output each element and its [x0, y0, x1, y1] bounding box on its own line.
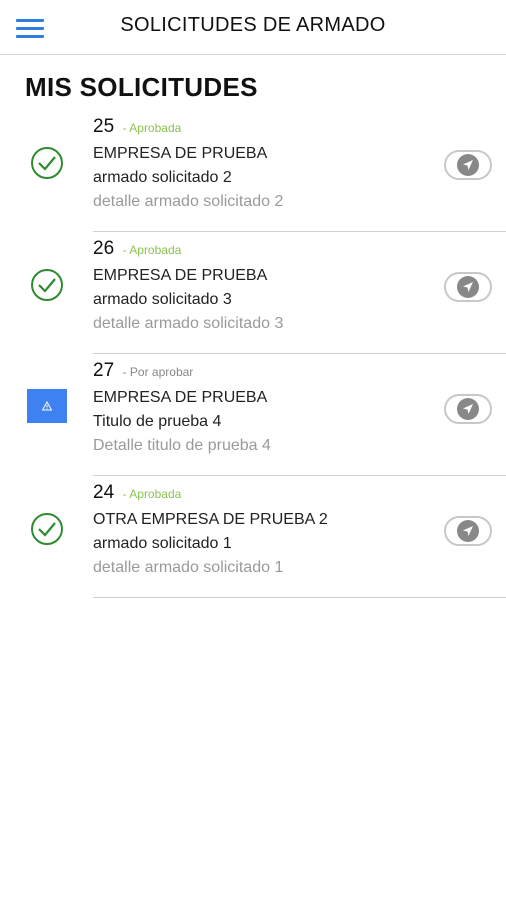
navigation-arrow-icon — [457, 276, 479, 298]
app-header: SOLICITUDES DE ARMADO — [0, 0, 506, 55]
request-detail: detalle armado solicitado 3 — [93, 315, 284, 332]
row-divider — [93, 597, 506, 598]
warning-icon — [27, 389, 67, 423]
check-circle-icon — [27, 509, 67, 549]
navigation-arrow-icon — [457, 154, 479, 176]
status-badge: - Aprobada — [122, 487, 182, 501]
list-item[interactable]: 24 - Aprobada OTRA EMPRESA DE PRUEBA 2 a… — [0, 476, 506, 598]
navigate-button[interactable] — [444, 150, 492, 180]
navigation-arrow-icon — [457, 520, 479, 542]
status-badge: - Aprobada — [122, 243, 182, 257]
request-title: armado solicitado 3 — [93, 291, 232, 308]
request-title: Titulo de prueba 4 — [93, 413, 222, 430]
list-item[interactable]: 25 - Aprobada EMPRESA DE PRUEBA armado s… — [0, 110, 506, 232]
request-content: 27 - Por aprobar EMPRESA DE PRUEBA Titul… — [93, 360, 436, 458]
list-item[interactable]: 26 - Aprobada EMPRESA DE PRUEBA armado s… — [0, 232, 506, 354]
check-circle-icon — [27, 265, 67, 305]
request-company: OTRA EMPRESA DE PRUEBA 2 — [93, 511, 328, 528]
list-item[interactable]: 27 - Por aprobar EMPRESA DE PRUEBA Titul… — [0, 354, 506, 476]
request-company: EMPRESA DE PRUEBA — [93, 145, 268, 162]
page-title: MIS SOLICITUDES — [25, 72, 258, 102]
header-title: SOLICITUDES DE ARMADO — [120, 14, 386, 36]
navigation-arrow-icon — [457, 398, 479, 420]
request-title: armado solicitado 2 — [93, 169, 232, 186]
request-number: 26 — [93, 238, 115, 259]
check-circle-icon — [27, 143, 67, 183]
navigate-button[interactable] — [444, 516, 492, 546]
request-content: 25 - Aprobada EMPRESA DE PRUEBA armado s… — [93, 116, 436, 214]
request-company: EMPRESA DE PRUEBA — [93, 267, 268, 284]
request-list: 25 - Aprobada EMPRESA DE PRUEBA armado s… — [0, 110, 506, 598]
request-title: armado solicitado 1 — [93, 535, 232, 552]
navigate-button[interactable] — [444, 394, 492, 424]
status-badge: - Por aprobar — [122, 365, 194, 379]
request-detail: Detalle titulo de prueba 4 — [93, 437, 271, 454]
request-number: 24 — [93, 482, 115, 503]
navigate-button[interactable] — [444, 272, 492, 302]
request-number: 27 — [93, 360, 115, 381]
request-number: 25 — [93, 116, 115, 137]
request-detail: detalle armado solicitado 1 — [93, 559, 284, 576]
request-content: 24 - Aprobada OTRA EMPRESA DE PRUEBA 2 a… — [93, 482, 436, 580]
request-content: 26 - Aprobada EMPRESA DE PRUEBA armado s… — [93, 238, 436, 336]
request-detail: detalle armado solicitado 2 — [93, 193, 284, 210]
request-company: EMPRESA DE PRUEBA — [93, 389, 268, 406]
status-badge: - Aprobada — [122, 121, 182, 135]
